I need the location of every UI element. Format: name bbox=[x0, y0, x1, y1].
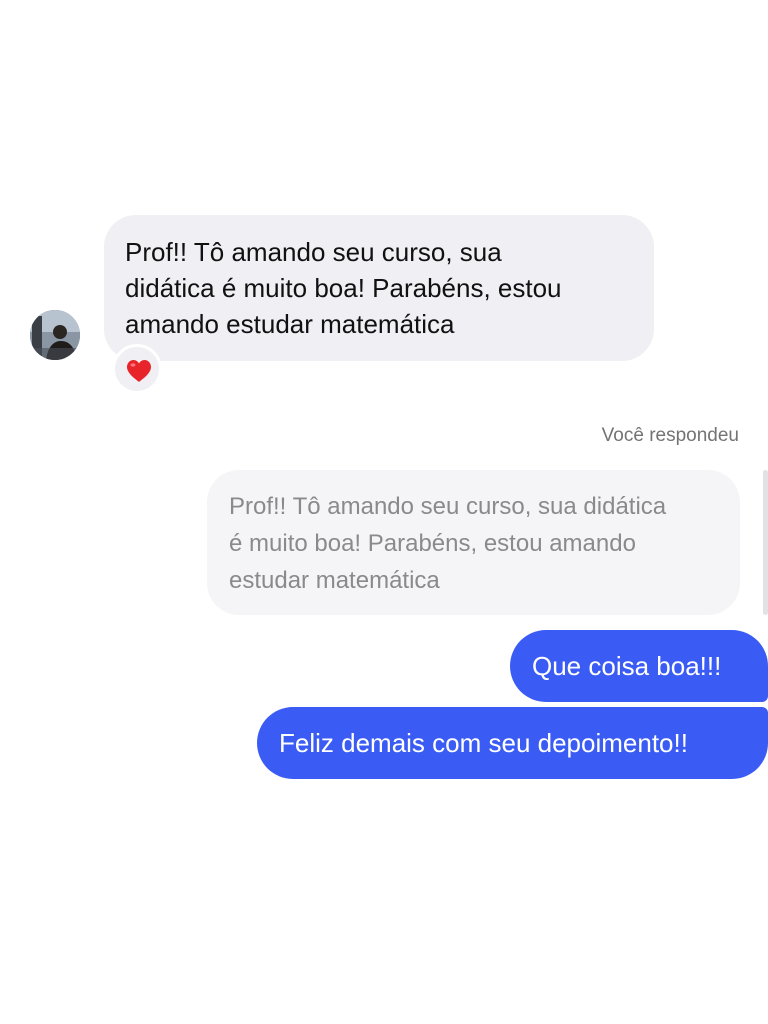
quoted-message-line: estudar matemática bbox=[229, 567, 440, 594]
message-reaction[interactable] bbox=[112, 344, 162, 394]
quoted-message-line: é muito boa! Parabéns, estou amando bbox=[229, 530, 636, 557]
incoming-message-line: amando estudar matemática bbox=[125, 309, 455, 339]
outgoing-message-text: Que coisa boa!!! bbox=[532, 651, 722, 681]
chat-screen: Prof!! Tô amando seu curso, sua didática… bbox=[0, 0, 768, 1024]
reply-context-label: Você respondeu bbox=[601, 425, 739, 446]
heart-emoji-icon bbox=[127, 360, 151, 382]
incoming-message-bubble[interactable]: Prof!! Tô amando seu curso, sua didática… bbox=[104, 215, 654, 361]
outgoing-message-bubble[interactable]: Feliz demais com seu depoimento!! bbox=[257, 707, 768, 779]
contact-avatar[interactable] bbox=[30, 310, 80, 360]
quoted-message-bubble[interactable]: Prof!! Tô amando seu curso, sua didática… bbox=[207, 470, 740, 615]
quote-indicator-bar bbox=[763, 470, 768, 615]
outgoing-message-text: Feliz demais com seu depoimento!! bbox=[279, 728, 688, 758]
outgoing-message-bubble[interactable]: Que coisa boa!!! bbox=[510, 630, 768, 702]
incoming-message-line: Prof!! Tô amando seu curso, sua bbox=[125, 237, 502, 267]
quoted-message-line: Prof!! Tô amando seu curso, sua didática bbox=[229, 493, 667, 520]
avatar-photo-icon bbox=[30, 310, 80, 360]
incoming-message-line: didática é muito boa! Parabéns, estou bbox=[125, 273, 562, 303]
